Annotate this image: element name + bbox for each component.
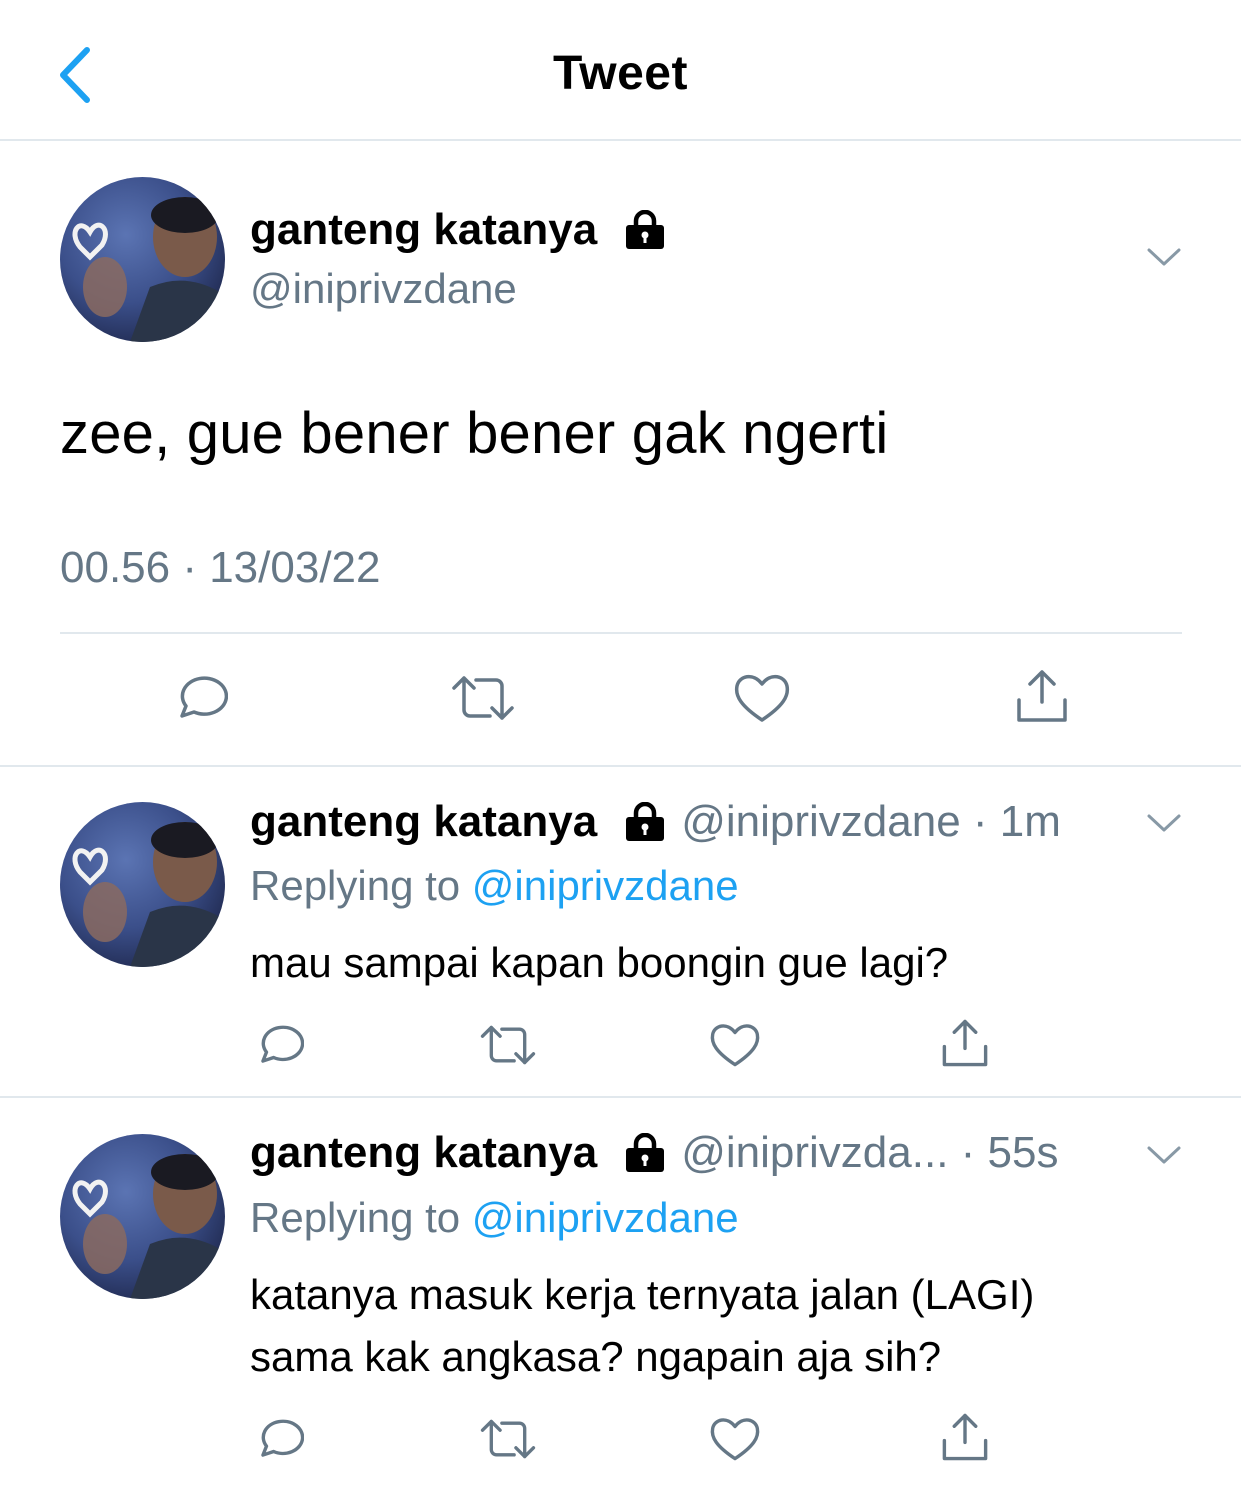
reply-text-line: sama kak angkasa? ngapain aja sih? <box>250 1333 942 1380</box>
divider <box>0 1096 1241 1098</box>
retweet-icon <box>452 676 514 720</box>
reply-author-row: ganteng katanya @iniprivzdane · 1m <box>250 797 1061 847</box>
replying-to: Replying to @iniprivzdane <box>250 862 739 910</box>
top-bar: Tweet <box>0 0 1241 141</box>
share-icon <box>942 1413 988 1461</box>
retweet-button[interactable] <box>478 1018 538 1072</box>
author-name[interactable]: ganteng katanya <box>250 1128 597 1178</box>
share-icon <box>942 1019 988 1067</box>
author-name[interactable]: ganteng katanya <box>250 797 597 847</box>
chevron-down-icon <box>1147 248 1181 266</box>
tweet-text: zee, gue bener bener gak ngerti <box>60 401 889 466</box>
mention-link[interactable]: @iniprivzdane <box>472 1194 739 1241</box>
author-handle[interactable]: @iniprivzdane <box>681 797 960 847</box>
like-button[interactable] <box>708 1412 762 1466</box>
retweet-button[interactable] <box>448 668 518 728</box>
reply-text-line: mau sampai kapan boongin gue lagi? <box>250 939 949 986</box>
avatar[interactable] <box>60 177 225 342</box>
like-icon <box>734 674 790 722</box>
retweet-icon <box>480 1419 536 1459</box>
lock-icon <box>623 1133 667 1173</box>
reply-icon <box>261 1419 304 1457</box>
author-handle[interactable]: @iniprivzda... <box>681 1128 948 1178</box>
separator: · <box>948 1128 988 1177</box>
replying-to: Replying to @iniprivzdane <box>250 1194 739 1242</box>
replying-to-prefix: Replying to <box>250 862 472 909</box>
lock-icon <box>623 802 667 842</box>
share-button[interactable] <box>938 1408 992 1466</box>
replying-to-prefix: Replying to <box>250 1194 472 1241</box>
reply-text: mau sampai kapan boongin gue lagi? <box>250 932 948 994</box>
share-button[interactable] <box>938 1014 992 1072</box>
reply-icon <box>180 676 228 718</box>
share-icon <box>1017 670 1067 722</box>
tweet-options-button[interactable] <box>1146 246 1182 273</box>
reply-icon <box>261 1025 304 1063</box>
like-button[interactable] <box>708 1018 762 1072</box>
like-icon <box>710 1418 760 1461</box>
reply-text: katanya masuk kerja ternyata jalan (LAGI… <box>250 1264 1034 1388</box>
author-handle[interactable]: @iniprivzdane <box>250 265 517 313</box>
author-row: ganteng katanya <box>250 205 667 255</box>
tweet-options-button[interactable] <box>1146 812 1182 839</box>
tweet-options-button[interactable] <box>1146 1144 1182 1171</box>
chevron-down-icon <box>1147 1146 1181 1164</box>
separator: · <box>960 797 1000 846</box>
author-name[interactable]: ganteng katanya <box>250 205 597 255</box>
avatar[interactable] <box>60 1134 225 1299</box>
divider <box>60 632 1182 634</box>
reply-button[interactable] <box>170 668 230 728</box>
avatar[interactable] <box>60 802 225 967</box>
like-button[interactable] <box>732 668 792 728</box>
reply-text-line: katanya masuk kerja ternyata jalan (LAGI… <box>250 1271 1035 1318</box>
tweet-timestamp[interactable]: 00.56 · 13/03/22 <box>60 543 380 593</box>
chevron-down-icon <box>1147 814 1181 832</box>
divider <box>0 765 1241 767</box>
retweet-icon <box>480 1025 536 1065</box>
retweet-button[interactable] <box>478 1412 538 1466</box>
page-title: Tweet <box>553 47 688 100</box>
relative-time[interactable]: 55s <box>988 1128 1059 1178</box>
reply-button[interactable] <box>252 1412 306 1466</box>
relative-time[interactable]: 1m <box>1000 797 1061 847</box>
reply-author-row: ganteng katanya @iniprivzda... · 55s <box>250 1128 1058 1178</box>
share-button[interactable] <box>1012 664 1072 728</box>
mention-link[interactable]: @iniprivzdane <box>472 862 739 909</box>
lock-icon <box>623 210 667 250</box>
reply-button[interactable] <box>252 1018 306 1072</box>
like-icon <box>710 1024 760 1067</box>
